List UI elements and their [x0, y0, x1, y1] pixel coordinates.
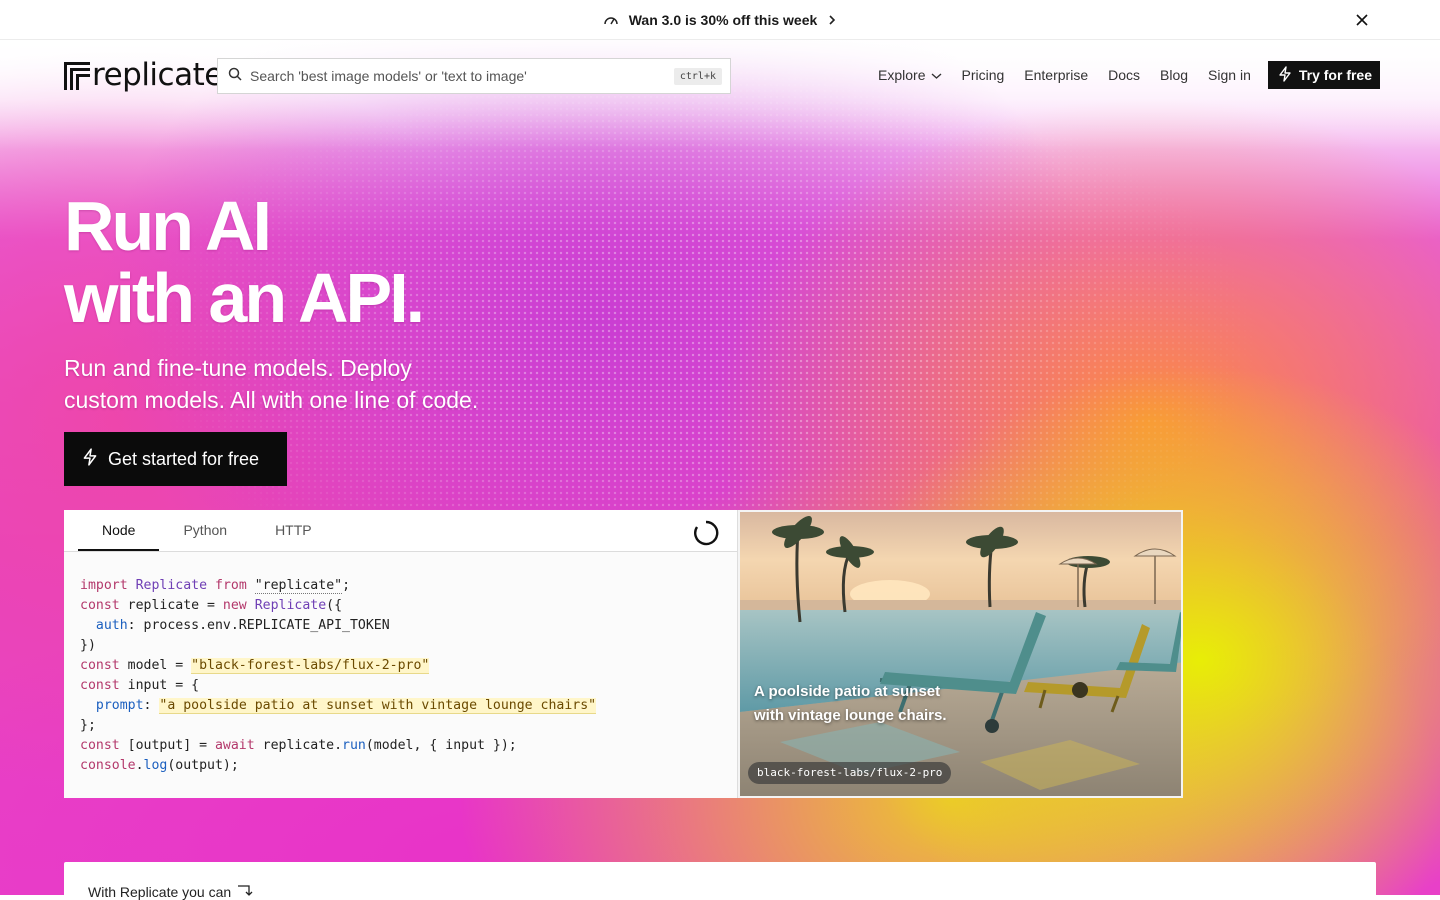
- search-box[interactable]: ctrl+k: [217, 58, 731, 94]
- nav-explore-label: Explore: [878, 67, 926, 83]
- search-icon: [228, 67, 242, 86]
- search-shortcut-badge: ctrl+k: [673, 67, 722, 85]
- announcement-bar: Wan 3.0 is 30% off this week: [0, 0, 1440, 40]
- hero-subhead-line1: Run and fine-tune models. Deploy: [64, 355, 412, 381]
- announcement-link[interactable]: Wan 3.0 is 30% off this week: [603, 12, 838, 28]
- lightning-icon: [82, 447, 98, 471]
- logo-mark-icon: [64, 61, 90, 90]
- generated-image-card[interactable]: A poolside patio at sunset with vintage …: [738, 510, 1183, 798]
- hero-subhead-line2: custom models. All with one line of code…: [64, 387, 479, 413]
- chevron-down-icon: [931, 67, 942, 83]
- features-intro: With Replicate you can: [88, 883, 253, 900]
- hero-headline-line1: Run AI: [64, 187, 272, 265]
- model-string-highlight: "black-forest-labs/flux-2-pro": [191, 658, 430, 674]
- try-for-free-button[interactable]: Try for free: [1267, 61, 1380, 89]
- get-started-button[interactable]: Get started for free: [64, 432, 287, 486]
- nav-links: Explore Pricing Enterprise Docs Blog Sig…: [858, 61, 1380, 89]
- logo[interactable]: replicate: [64, 60, 223, 91]
- tab-http[interactable]: HTTP: [251, 522, 336, 551]
- code-block[interactable]: import Replicate from "replicate"; const…: [64, 552, 737, 776]
- main-nav: replicate ctrl+k Explore Pricing Enterpr…: [64, 56, 1380, 96]
- features-intro-label: With Replicate you can: [88, 883, 232, 900]
- nav-blog[interactable]: Blog: [1160, 67, 1188, 83]
- nav-enterprise[interactable]: Enterprise: [1024, 67, 1088, 83]
- hero-headline: Run AI with an API.: [64, 190, 764, 334]
- tab-node[interactable]: Node: [78, 522, 160, 551]
- nav-pricing[interactable]: Pricing: [962, 67, 1005, 83]
- chevron-right-icon: [827, 14, 837, 26]
- logo-text: replicate: [92, 57, 223, 93]
- image-caption: A poolside patio at sunset with vintage …: [754, 683, 947, 724]
- features-card: With Replicate you can: [64, 862, 1376, 900]
- loading-spinner-icon: [693, 520, 719, 551]
- lightning-icon: [1278, 65, 1292, 85]
- language-tabs: Node Python HTTP: [64, 510, 737, 552]
- announcement-text[interactable]: Wan 3.0 is 30% off this week: [629, 12, 818, 28]
- nav-docs[interactable]: Docs: [1108, 67, 1140, 83]
- try-for-free-label: Try for free: [1298, 67, 1372, 83]
- prompt-string-highlight: "a poolside patio at sunset with vintage…: [159, 698, 597, 714]
- nav-explore[interactable]: Explore: [878, 67, 941, 83]
- arrow-down-right-icon: [237, 883, 253, 900]
- hero-headline-line2: with an API.: [64, 259, 425, 337]
- close-icon[interactable]: [1352, 10, 1372, 30]
- search-input[interactable]: [250, 68, 666, 84]
- poolside-illustration: [740, 512, 1181, 796]
- speedometer-icon: [603, 13, 619, 27]
- model-tag[interactable]: black-forest-labs/flux-2-pro: [748, 762, 952, 784]
- tab-python[interactable]: Python: [159, 522, 251, 551]
- code-example-card: Node Python HTTP import Replicate from "…: [64, 510, 738, 798]
- get-started-label: Get started for free: [108, 448, 260, 469]
- hero-subhead: Run and fine-tune models. Deploy custom …: [64, 352, 584, 416]
- nav-sign-in[interactable]: Sign in: [1208, 67, 1251, 83]
